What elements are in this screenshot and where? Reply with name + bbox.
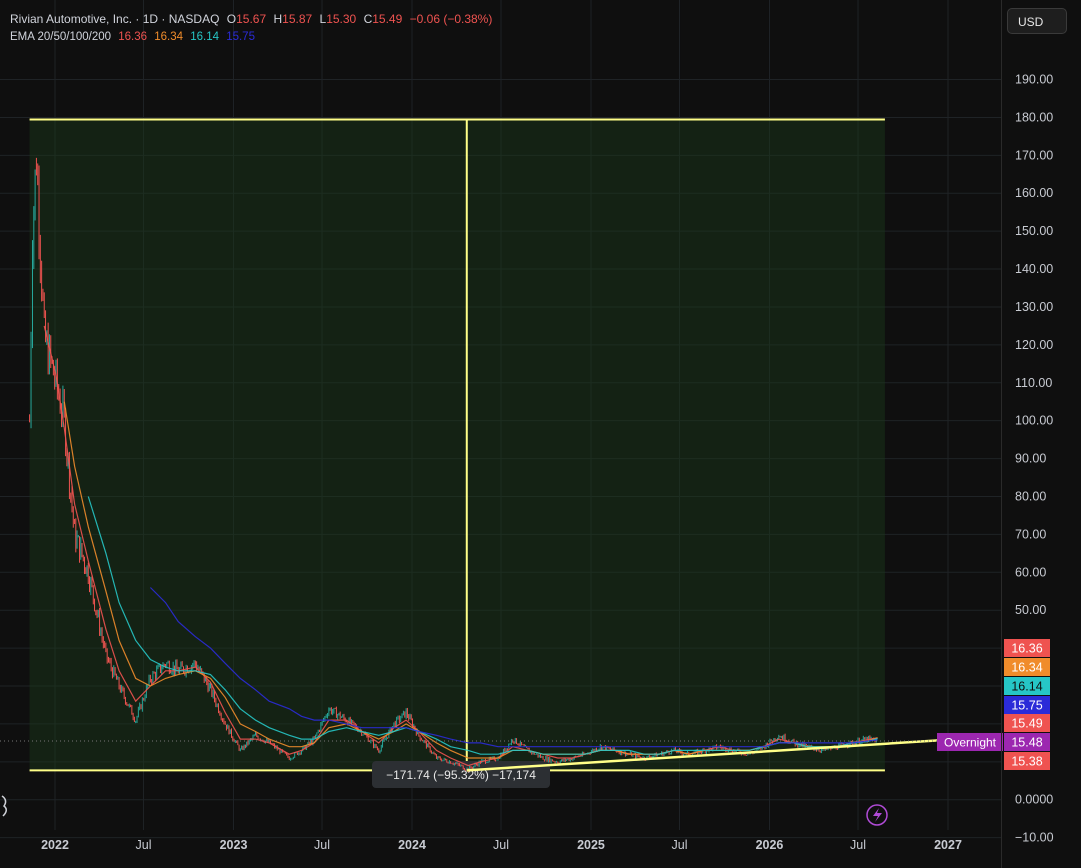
x-tick-label: Jul — [314, 838, 330, 852]
y-tick-label: 70.00 — [1015, 527, 1046, 541]
y-tick-label: 180.00 — [1015, 110, 1053, 124]
x-tick-label: 2024 — [398, 838, 426, 852]
high-value: 15.87 — [282, 12, 313, 26]
x-tick-label: Jul — [850, 838, 866, 852]
price-chart[interactable]: −171.74 (−95.32%) −17,174 190.00 180.00 17… — [0, 0, 1081, 868]
y-tick-label: 120.00 — [1015, 338, 1053, 352]
symbol-name[interactable]: Rivian Automotive, Inc. · 1D · NASDAQ — [10, 12, 219, 26]
change-value: −0.06 (−0.38%) — [409, 12, 493, 26]
ema50-value: 16.34 — [154, 31, 183, 43]
measure-label-text: −171.74 (−95.32%) −17,174 — [386, 768, 536, 782]
close-value: 15.49 — [372, 12, 403, 26]
overnight-badge: Overnight — [944, 736, 997, 750]
y-tick-label: 140.00 — [1015, 262, 1053, 276]
low-value: 15.30 — [326, 12, 357, 26]
price-label: 15.49 — [1011, 717, 1042, 731]
x-tick-label: 2022 — [41, 838, 69, 852]
price-label: 16.14 — [1011, 680, 1042, 694]
y-tick-label: 130.00 — [1015, 300, 1053, 314]
y-tick-label: 160.00 — [1015, 186, 1053, 200]
y-tick-label: 50.00 — [1015, 603, 1046, 617]
ema-label: EMA 20/50/100/200 — [10, 31, 112, 43]
ema-legend[interactable]: EMA 20/50/100/200 16.36 16.34 16.14 15.7… — [10, 31, 259, 43]
y-tick-label: 150.00 — [1015, 224, 1053, 238]
y-tick-label: 110.00 — [1015, 376, 1052, 390]
x-tick-label: 2026 — [756, 838, 784, 852]
open-value: 15.67 — [236, 12, 267, 26]
price-label: 16.36 — [1011, 642, 1042, 656]
ema20-value: 16.36 — [118, 31, 148, 43]
ema200-value: 15.75 — [226, 31, 255, 43]
close-label: C — [363, 12, 373, 26]
price-label: 15.38 — [1011, 755, 1042, 769]
high-label: H — [273, 12, 283, 26]
y-tick-label: −10.00 — [1015, 831, 1054, 845]
y-tick-label: 90.00 — [1015, 452, 1046, 466]
price-label: 15.75 — [1011, 699, 1042, 713]
x-tick-label: 2027 — [934, 838, 962, 852]
measure-tool[interactable]: −171.74 (−95.32%) −17,174 — [29, 118, 885, 788]
y-tick-label: 0.0000 — [1015, 793, 1053, 807]
price-label: 16.34 — [1011, 661, 1042, 675]
ema100-value: 16.14 — [190, 31, 219, 43]
price-label: 15.48 — [1011, 736, 1042, 750]
measure-area — [29, 119, 885, 771]
x-tick-label: Jul — [672, 838, 688, 852]
y-tick-label: 190.00 — [1015, 73, 1053, 87]
price-scale-separator — [1001, 0, 1002, 868]
x-tick-label: 2025 — [577, 838, 605, 852]
currency-button[interactable]: USD — [1007, 8, 1067, 34]
x-tick-label: Jul — [136, 838, 152, 852]
open-label: O — [226, 12, 237, 26]
y-tick-label: 80.00 — [1015, 489, 1046, 503]
y-tick-label: 170.00 — [1015, 148, 1053, 162]
x-tick-label: Jul — [493, 838, 509, 852]
y-tick-label: 100.00 — [1015, 414, 1053, 428]
x-tick-label: 2023 — [220, 838, 248, 852]
symbol-legend[interactable]: Rivian Automotive, Inc. · 1D · NASDAQ O1… — [10, 12, 496, 26]
y-tick-label: 60.00 — [1015, 565, 1046, 579]
